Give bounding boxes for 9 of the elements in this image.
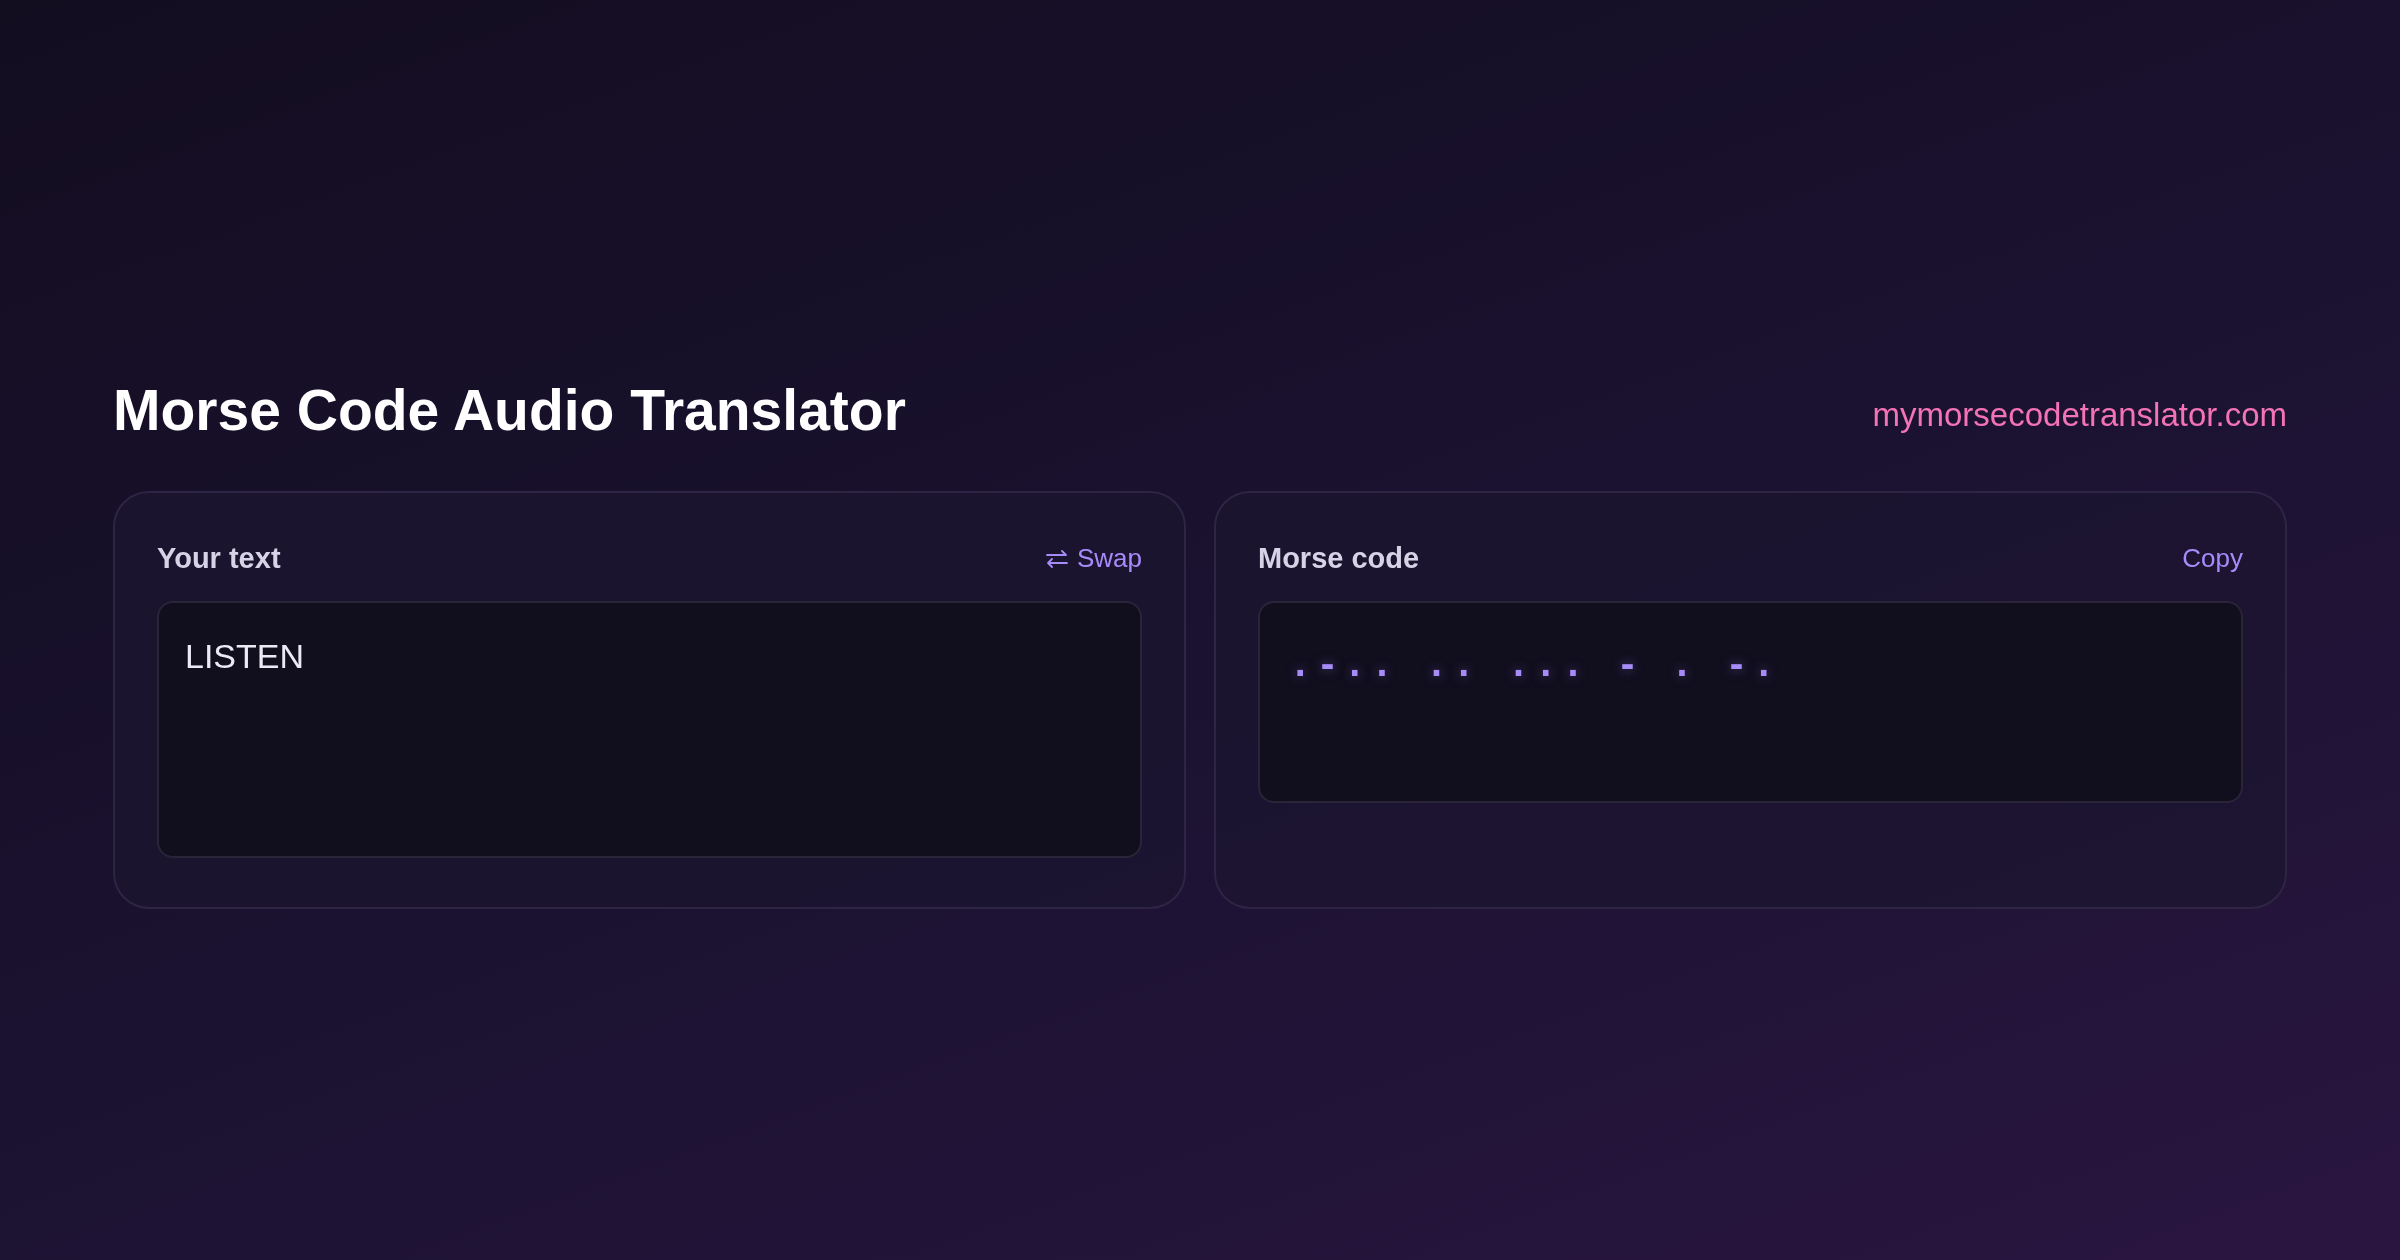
panel-label: Morse code <box>1258 541 1420 576</box>
copy-button[interactable]: Copy <box>2182 539 2243 579</box>
panel-label: Your text <box>157 541 281 576</box>
morse-code-text: .-.. .. ... - . -. <box>1290 643 1781 684</box>
swap-button[interactable]: Swap <box>1044 539 1142 579</box>
swap-arrows-icon <box>1044 549 1069 568</box>
text-input-field[interactable]: LISTEN <box>157 600 1142 858</box>
page-title: Morse Code Audio Translator <box>113 382 906 439</box>
site-link[interactable]: mymorsecodetranslator.com <box>1872 389 2287 439</box>
